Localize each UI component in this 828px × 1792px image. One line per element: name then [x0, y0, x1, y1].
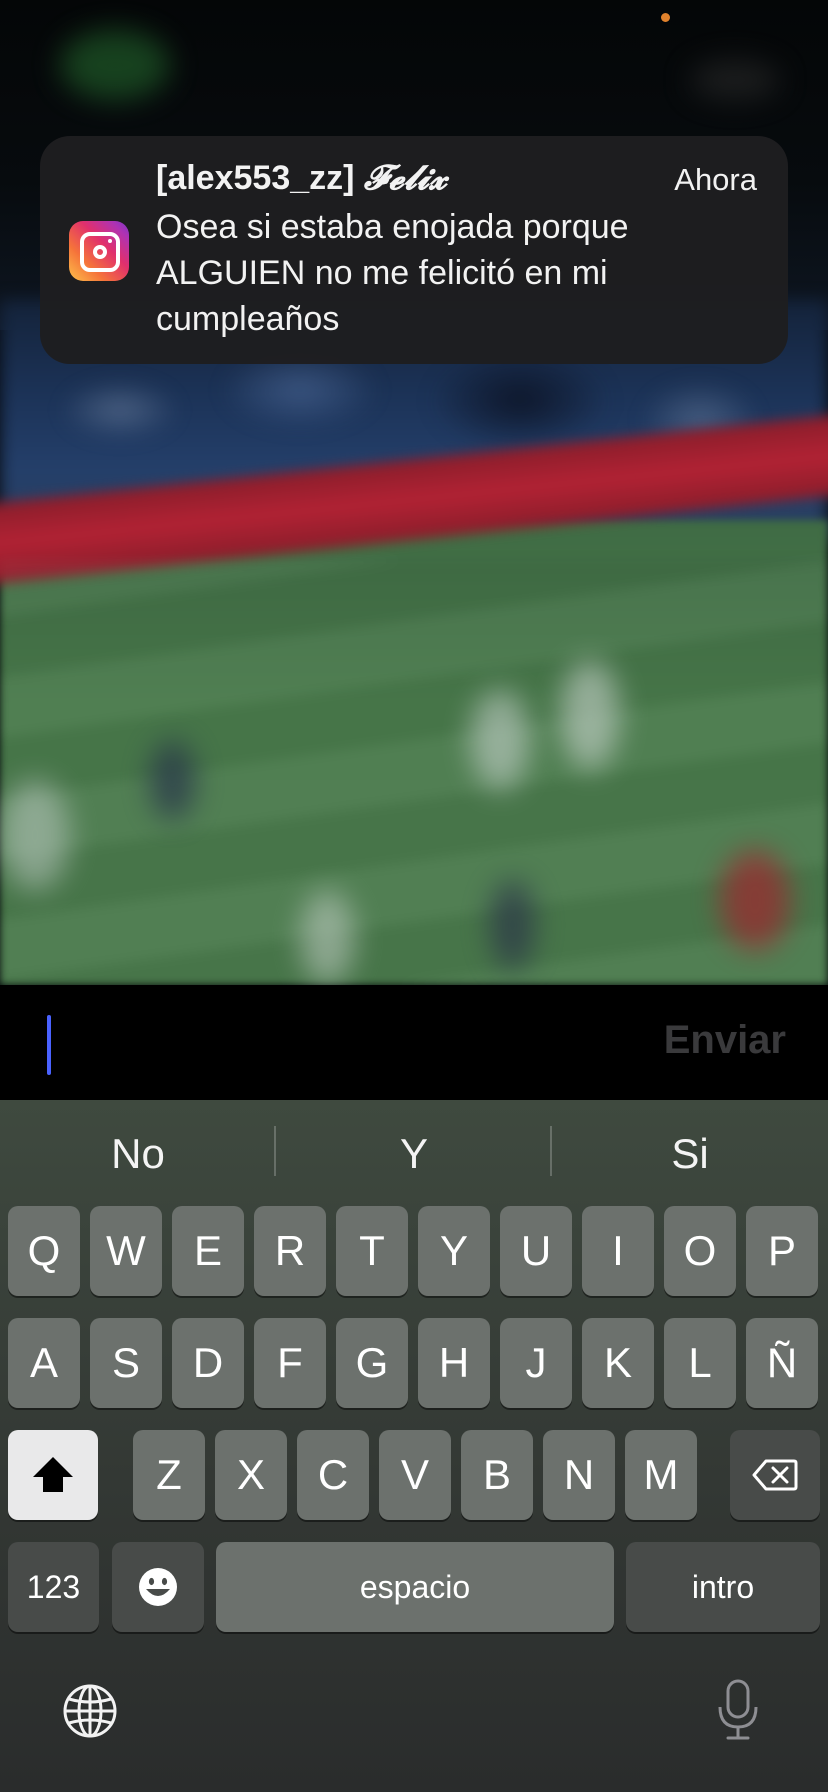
suggestion-2[interactable]: Y [276, 1130, 552, 1178]
notification-banner[interactable]: [alex553_zz] 𝓕𝓮𝓵𝓲𝔁 Ahora Osea si estaba … [40, 136, 788, 364]
keyboard: No Y Si Q W E R T Y U I O P A S D F G H … [0, 1100, 828, 1792]
key-a[interactable]: A [8, 1318, 80, 1408]
key-m[interactable]: M [625, 1430, 697, 1520]
key-s[interactable]: S [90, 1318, 162, 1408]
key-enye[interactable]: Ñ [746, 1318, 818, 1408]
key-x[interactable]: X [215, 1430, 287, 1520]
emoji-key[interactable] [112, 1542, 204, 1632]
key-d[interactable]: D [172, 1318, 244, 1408]
key-t[interactable]: T [336, 1206, 408, 1296]
suggestion-1[interactable]: No [0, 1130, 276, 1178]
key-k[interactable]: K [582, 1318, 654, 1408]
notification-sender: [alex553_zz] [156, 159, 355, 197]
key-z[interactable]: Z [133, 1430, 205, 1520]
key-q[interactable]: Q [8, 1206, 80, 1296]
key-e[interactable]: E [172, 1206, 244, 1296]
key-r[interactable]: R [254, 1206, 326, 1296]
delete-key[interactable] [730, 1430, 820, 1520]
key-o[interactable]: O [664, 1206, 736, 1296]
microphone-icon[interactable] [716, 1679, 760, 1741]
privacy-indicator-dot [661, 13, 670, 22]
key-v[interactable]: V [379, 1430, 451, 1520]
return-key[interactable]: intro [626, 1542, 820, 1632]
shift-key[interactable] [8, 1430, 98, 1520]
notification-sender-name: 𝓕𝓮𝓵𝓲𝔁 [363, 158, 448, 198]
suggestion-bar: No Y Si [0, 1100, 828, 1200]
notification-title: [alex553_zz] 𝓕𝓮𝓵𝓲𝔁 [156, 158, 447, 198]
shift-arrow-icon [33, 1457, 73, 1493]
screen: [alex553_zz] 𝓕𝓮𝓵𝓲𝔁 Ahora Osea si estaba … [0, 0, 828, 1792]
key-i[interactable]: I [582, 1206, 654, 1296]
key-p[interactable]: P [746, 1206, 818, 1296]
text-cursor [47, 1015, 51, 1075]
key-b[interactable]: B [461, 1430, 533, 1520]
numbers-key[interactable]: 123 [8, 1542, 99, 1632]
key-u[interactable]: U [500, 1206, 572, 1296]
key-c[interactable]: C [297, 1430, 369, 1520]
key-j[interactable]: J [500, 1318, 572, 1408]
reply-input-bar[interactable]: Enviar [0, 985, 828, 1100]
space-key[interactable]: espacio [216, 1542, 614, 1632]
key-n[interactable]: N [543, 1430, 615, 1520]
key-y[interactable]: Y [418, 1206, 490, 1296]
key-l[interactable]: L [664, 1318, 736, 1408]
emoji-icon [139, 1568, 177, 1606]
suggestion-3[interactable]: Si [552, 1130, 828, 1178]
key-g[interactable]: G [336, 1318, 408, 1408]
notification-time: Ahora [674, 162, 757, 197]
key-f[interactable]: F [254, 1318, 326, 1408]
delete-backspace-icon [752, 1459, 798, 1491]
notification-message: Osea si estaba enojada porque ALGUIEN no… [156, 208, 629, 338]
key-w[interactable]: W [90, 1206, 162, 1296]
globe-icon[interactable] [62, 1683, 118, 1739]
key-h[interactable]: H [418, 1318, 490, 1408]
instagram-icon [69, 221, 129, 281]
send-button[interactable]: Enviar [664, 1018, 786, 1063]
